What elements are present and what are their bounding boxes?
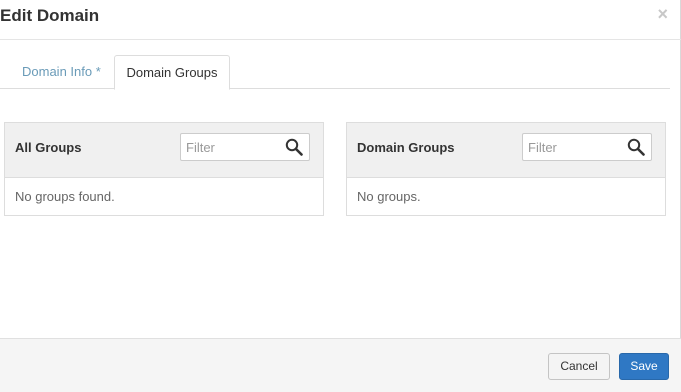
all-groups-panel-header: All Groups bbox=[5, 123, 323, 178]
all-groups-filter bbox=[180, 133, 310, 161]
domain-groups-title: Domain Groups bbox=[357, 140, 455, 155]
tab-bar: Domain Info * Domain Groups bbox=[0, 55, 670, 90]
dialog-title: Edit Domain bbox=[0, 6, 100, 25]
domain-groups-panel: Domain Groups No groups. bbox=[346, 122, 666, 216]
domain-groups-panel-header: Domain Groups bbox=[347, 123, 665, 178]
close-icon[interactable]: × bbox=[657, 4, 668, 24]
dialog-footer: Cancel Save bbox=[0, 338, 681, 392]
dialog-header: Edit Domain × bbox=[0, 0, 681, 40]
cancel-button[interactable]: Cancel bbox=[548, 353, 610, 380]
search-icon[interactable] bbox=[285, 138, 303, 156]
edit-domain-dialog: Edit Domain × Domain Info * Domain Group… bbox=[0, 0, 681, 392]
tab-domain-groups[interactable]: Domain Groups bbox=[114, 55, 230, 90]
domain-groups-filter bbox=[522, 133, 652, 161]
all-groups-filter-input[interactable] bbox=[181, 134, 281, 160]
all-groups-panel: All Groups No groups found. bbox=[4, 122, 324, 216]
save-button[interactable]: Save bbox=[619, 353, 669, 380]
tab-domain-info[interactable]: Domain Info * bbox=[10, 55, 113, 89]
all-groups-empty-message: No groups found. bbox=[15, 189, 115, 204]
domain-groups-filter-input[interactable] bbox=[523, 134, 623, 160]
search-icon[interactable] bbox=[627, 138, 645, 156]
domain-groups-empty-message: No groups. bbox=[357, 189, 421, 204]
all-groups-title: All Groups bbox=[15, 140, 82, 155]
